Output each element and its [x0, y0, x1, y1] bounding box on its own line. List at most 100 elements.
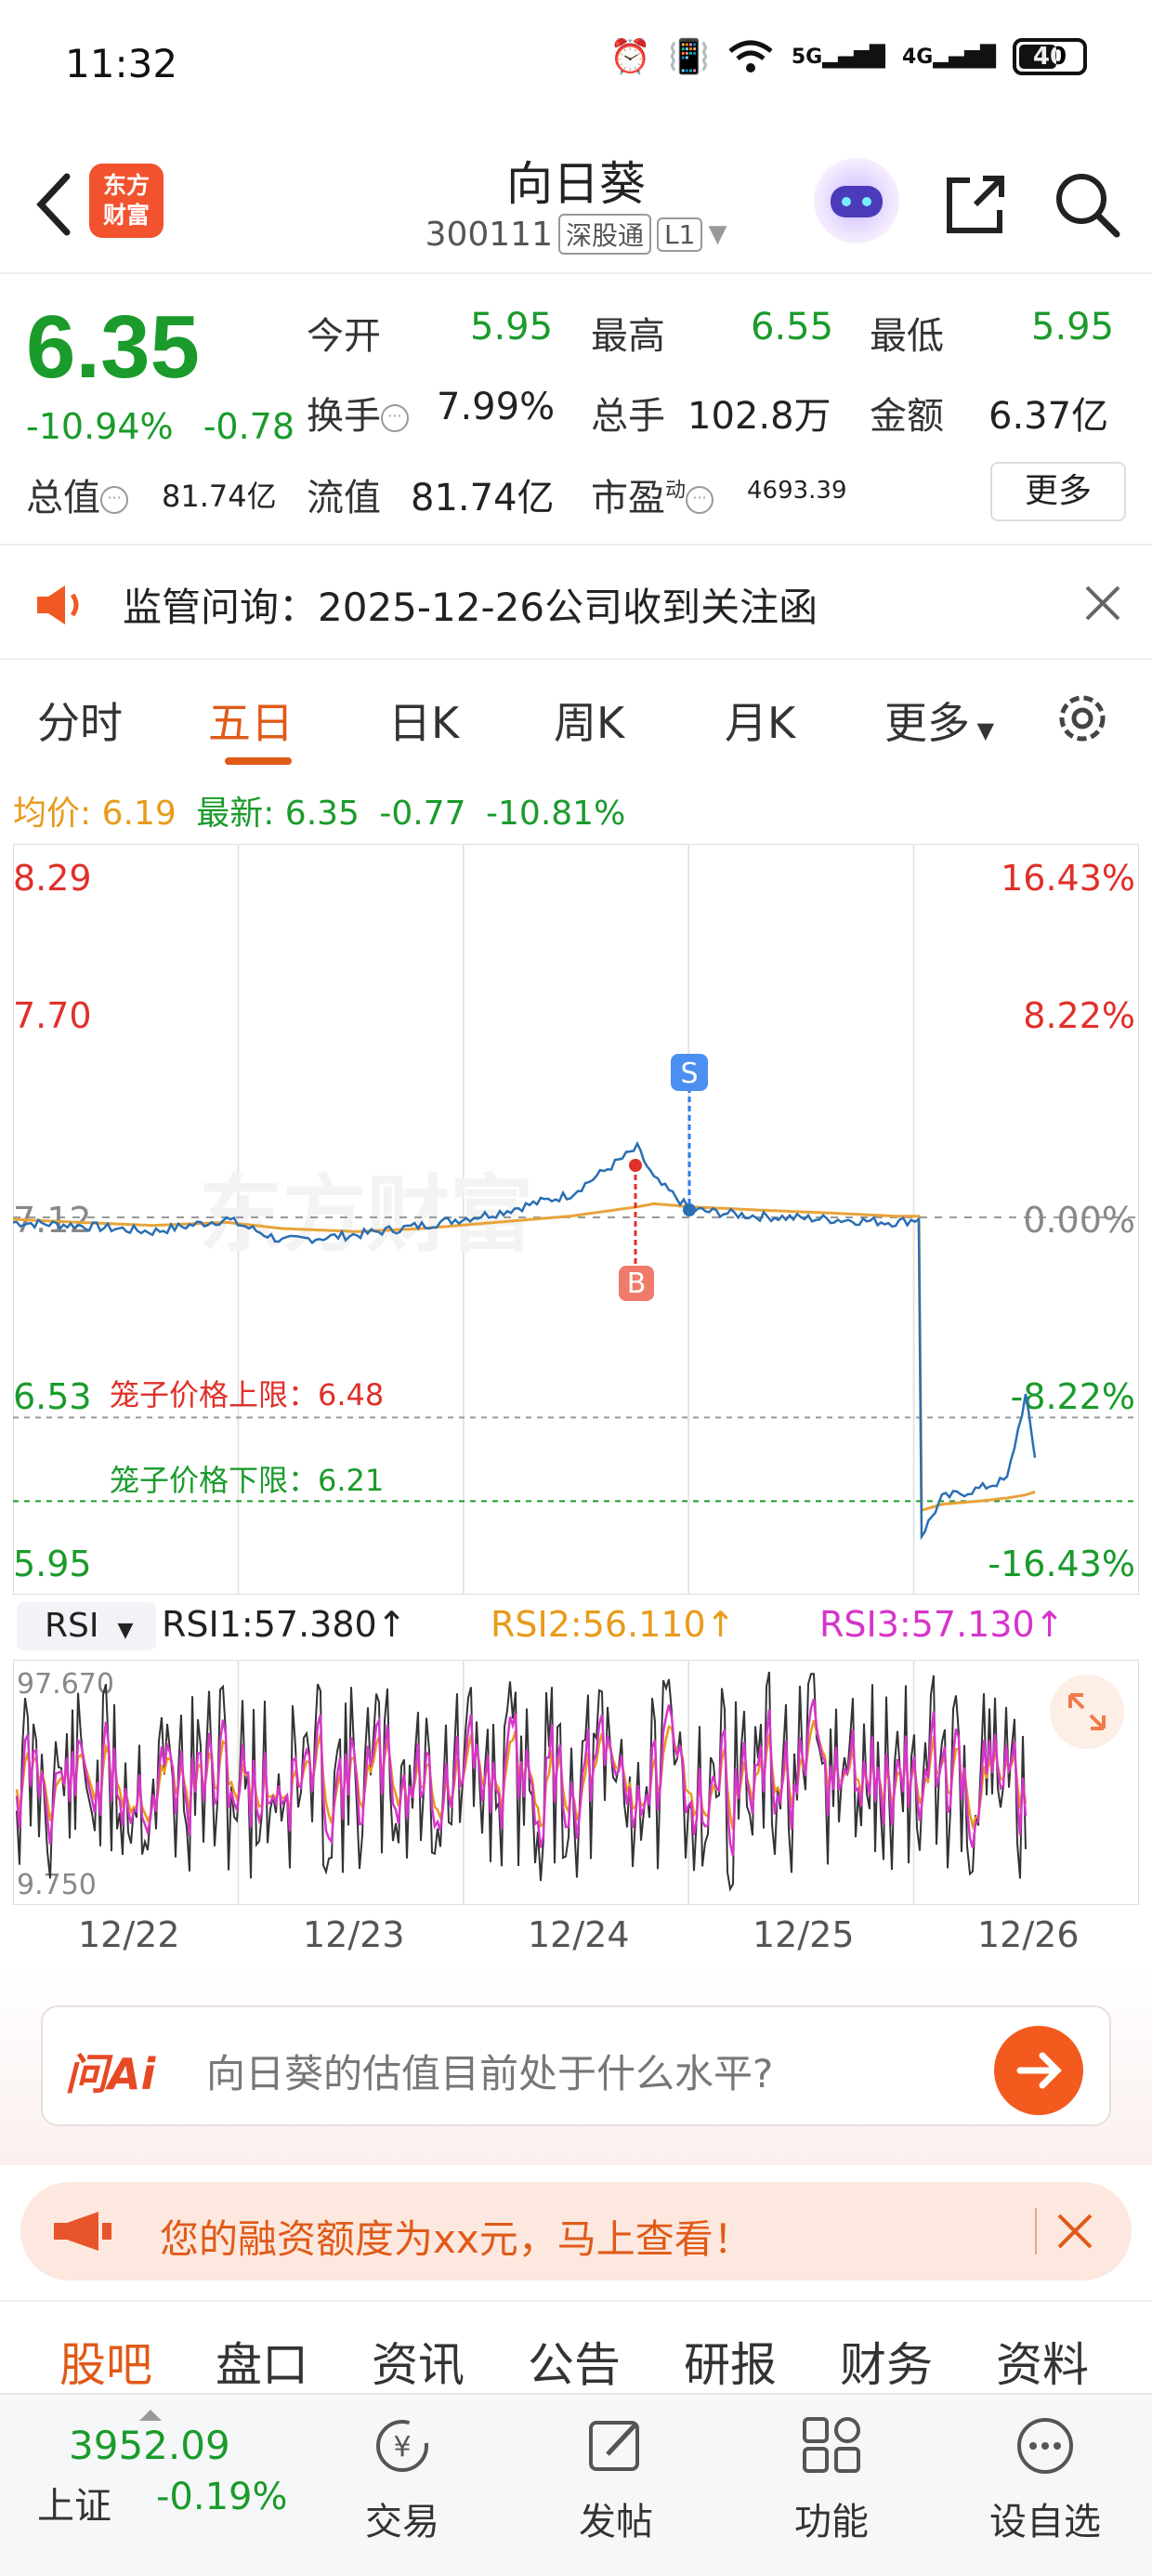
rsi-header: RSI ▼ RSI1:57.380↑ RSI2:56.110↑ RSI3:57.1…	[13, 1600, 1139, 1656]
grid-icon	[803, 2417, 860, 2473]
caret-down-icon: ▼	[117, 1619, 134, 1642]
alarm-icon: ⏰	[609, 38, 652, 76]
notice-text: 监管问询：2025-12-26公司收到关注函	[123, 585, 818, 630]
price-change: -10.94% -0.78	[26, 406, 295, 447]
quote-panel: 6.35 -10.94% -0.78 今开 5.95 最高 6.55 最低 5.…	[0, 276, 1152, 545]
five-day-chart[interactable]: 东方财富 笼子价格上限：6.48 笼子价格下限：6.21 8.297.707.1…	[13, 844, 1139, 1595]
chevron-down-icon: ▼	[708, 220, 727, 248]
tab-announcements[interactable]: 公告	[528, 2328, 621, 2395]
y-axis-price-label: 5.95	[13, 1544, 92, 1584]
date-label: 12/25	[753, 1914, 855, 1955]
ai-assistant-section: 问Ai 向日葵的估值目前处于什么水平?	[0, 1970, 1152, 2165]
volume-label: 总手	[591, 395, 665, 438]
change-pct: -10.94%	[26, 406, 174, 447]
rsi1-value: RSI1:57.380↑	[162, 1604, 407, 1645]
rsi-max-label: 97.670	[17, 1668, 114, 1701]
search-icon[interactable]	[1050, 167, 1124, 242]
y-axis-price-label: 7.70	[13, 995, 92, 1036]
caret-up-icon	[139, 2410, 162, 2421]
date-label: 12/23	[303, 1914, 405, 1955]
nav-trade[interactable]: ¥ 交易	[323, 2413, 481, 2545]
indicator-select[interactable]: RSI ▼	[17, 1602, 156, 1650]
chart-period-tabs: 分时 五日 日K 周K 月K 更多 ▼	[0, 662, 1152, 773]
stock-name: 向日葵	[506, 157, 646, 211]
tab-finance[interactable]: 财务	[840, 2328, 933, 2395]
svg-text:B: B	[627, 1268, 647, 1300]
cage-upper-label: 笼子价格上限：6.48	[110, 1377, 384, 1413]
tab-five-day[interactable]: 五日	[208, 690, 294, 751]
tab-more[interactable]: 更多 ▼	[884, 690, 994, 751]
regulatory-notice[interactable]: 监管问询：2025-12-26公司收到关注函	[0, 548, 1152, 660]
active-tab-indicator	[225, 757, 292, 765]
info-dots-icon[interactable]: ···	[381, 404, 409, 432]
connect-tag: 深股通	[558, 214, 652, 255]
tab-profile[interactable]: 资料	[996, 2328, 1089, 2395]
status-icons: ⏰ 📳 5G▂▄▆█ 4G▂▄▆█ 40	[609, 37, 1087, 76]
index-ticker[interactable]: 3952.09 上证 -0.19%	[37, 2410, 297, 2530]
turnover-value: 7.99%	[437, 386, 556, 428]
tab-intraday[interactable]: 分时	[37, 690, 123, 751]
tab-research[interactable]: 研报	[684, 2328, 777, 2395]
pe-label: 市盈动 ···	[591, 467, 714, 521]
ai-suggested-question: 向日葵的估值目前处于什么水平?	[206, 2051, 774, 2096]
status-bar: 11:32 ⏰ 📳 5G▂▄▆█ 4G▂▄▆█ 40	[0, 0, 1152, 130]
ai-question-bar[interactable]: 问Ai 向日葵的估值目前处于什么水平?	[41, 2005, 1111, 2126]
index-name: 上证	[37, 2485, 111, 2528]
caret-down-icon: ▼	[970, 717, 995, 743]
amount-label: 金额	[870, 395, 944, 438]
tab-monthly-k[interactable]: 月K	[725, 690, 795, 751]
rsi-chart[interactable]: 97.670 9.750	[13, 1660, 1139, 1905]
tab-news[interactable]: 资讯	[372, 2328, 465, 2395]
info-dots-icon[interactable]: ···	[686, 486, 714, 514]
date-label: 12/26	[977, 1914, 1080, 1955]
ai-logo: 问Ai	[65, 2049, 156, 2099]
nav-add-watchlist[interactable]: 设自选	[966, 2413, 1124, 2545]
nav-post[interactable]: 发帖	[537, 2413, 695, 2545]
index-change: -0.19%	[156, 2476, 288, 2518]
level-tag: L1	[657, 217, 703, 252]
open-label: 今开	[307, 315, 381, 358]
tab-guba[interactable]: 股吧	[59, 2328, 152, 2395]
index-value: 3952.09	[69, 2423, 230, 2468]
y-axis-pct-label: 8.22%	[1023, 995, 1135, 1036]
volume-value: 102.8万	[687, 395, 831, 438]
ai-robot-avatar[interactable]	[814, 158, 899, 243]
tab-daily-k[interactable]: 日K	[388, 690, 459, 751]
battery-icon: 40	[1013, 38, 1087, 75]
ai-submit-button[interactable]	[994, 2026, 1083, 2115]
eastmoney-logo: 东方 财富	[89, 164, 164, 238]
share-icon[interactable]	[938, 167, 1013, 242]
nav-functions[interactable]: 功能	[753, 2413, 910, 2545]
amount-value: 6.37亿	[988, 395, 1109, 438]
bottom-nav: 3952.09 上证 -0.19% ¥ 交易 发帖 功能 设自选	[0, 2393, 1152, 2576]
low-label: 最低	[870, 315, 944, 358]
high-label: 最高	[591, 315, 665, 358]
mktcap-value: 81.74亿	[162, 479, 277, 514]
more-dots-icon	[1017, 2418, 1073, 2474]
edit-icon	[589, 2421, 639, 2471]
y-axis-pct-label: -16.43%	[988, 1544, 1135, 1584]
signal-5g-icon: 5G▂▄▆█	[791, 45, 885, 69]
financing-promo-banner[interactable]: 您的融资额度为xx元，马上查看！	[20, 2182, 1132, 2280]
mktcap-label: 总值 ···	[26, 467, 128, 521]
high-value: 6.55	[751, 306, 834, 348]
close-icon[interactable]	[1083, 584, 1122, 623]
date-label: 12/24	[528, 1914, 630, 1955]
megaphone-icon	[54, 2212, 111, 2251]
gear-icon[interactable]	[1052, 688, 1113, 749]
close-icon[interactable]	[1055, 2212, 1094, 2251]
arrow-right-icon	[1016, 2052, 1062, 2089]
y-axis-pct-label: 0.00%	[1023, 1200, 1135, 1241]
expand-icon[interactable]	[1050, 1675, 1124, 1749]
y-axis-price-label: 8.29	[13, 858, 92, 899]
back-arrow-icon[interactable]	[28, 167, 84, 242]
signal-4g-icon: 4G▂▄▆█	[901, 45, 996, 69]
tab-weekly-k[interactable]: 周K	[554, 690, 624, 751]
stock-code-row[interactable]: 300111 深股通 L1 ▼	[390, 214, 762, 255]
average-price-line: 均价: 6.19 最新: 6.35 -0.77 -10.81%	[13, 795, 626, 833]
info-dots-icon[interactable]: ···	[100, 486, 128, 514]
more-button[interactable]: 更多	[990, 462, 1126, 521]
tab-pankou[interactable]: 盘口	[216, 2328, 308, 2395]
change-amt: -0.78	[203, 406, 295, 447]
svg-text:¥: ¥	[393, 2431, 411, 2464]
